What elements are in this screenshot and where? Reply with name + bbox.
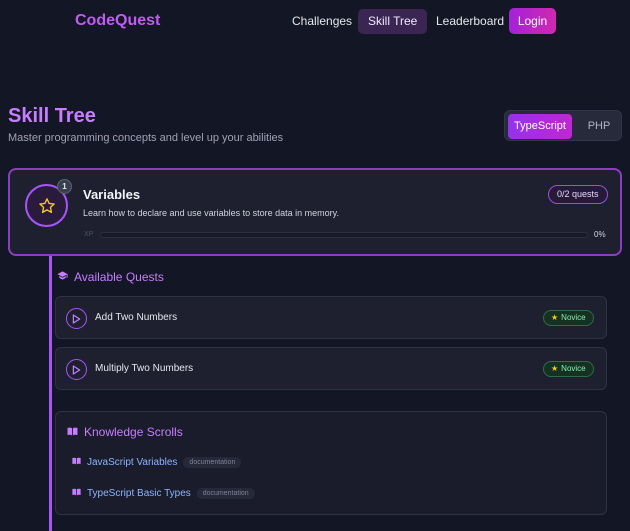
- quest-name: Multiply Two Numbers: [95, 363, 194, 374]
- knowledge-scrolls-title: Knowledge Scrolls: [84, 425, 183, 439]
- login-button[interactable]: Login: [509, 8, 556, 34]
- quest-name: Add Two Numbers: [95, 312, 178, 323]
- star-icon: ★: [551, 364, 559, 373]
- scroll-link[interactable]: JavaScript Variables: [87, 457, 177, 468]
- nav-challenges[interactable]: Challenges: [282, 9, 362, 34]
- play-icon[interactable]: [66, 359, 87, 380]
- book-open-icon: [72, 457, 81, 468]
- quest-item[interactable]: Add Two Numbers ★ Novice: [55, 296, 607, 339]
- navbar: CodeQuest Challenges Skill Tree Leaderbo…: [0, 0, 630, 44]
- difficulty-badge: ★ Novice: [543, 310, 594, 326]
- skill-level-badge: 1: [57, 179, 72, 194]
- difficulty-label: Novice: [561, 313, 586, 322]
- nav-skill-tree[interactable]: Skill Tree: [358, 9, 428, 34]
- skill-name: Variables: [83, 187, 141, 202]
- language-php-button[interactable]: PHP: [581, 114, 617, 139]
- language-typescript-button[interactable]: TypeScript: [508, 114, 572, 139]
- nav-leaderboard[interactable]: Leaderboard: [426, 9, 514, 34]
- scroll-tag: documentation: [183, 457, 242, 468]
- scroll-tag: documentation: [196, 488, 255, 499]
- book-open-icon: [67, 425, 78, 439]
- scroll-item[interactable]: TypeScript Basic Types documentation: [72, 488, 255, 499]
- skill-tree-connector: [49, 256, 52, 531]
- skill-description: Learn how to declare and use variables t…: [83, 208, 339, 218]
- difficulty-badge: ★ Novice: [543, 361, 594, 377]
- star-icon: ★: [551, 313, 559, 322]
- xp-progress-bar: [100, 232, 588, 238]
- xp-percent: 0%: [594, 230, 606, 239]
- app-logo[interactable]: CodeQuest: [75, 12, 160, 30]
- page-title: Skill Tree: [8, 105, 96, 127]
- skill-card[interactable]: 1 Variables Learn how to declare and use…: [8, 168, 622, 256]
- quest-item[interactable]: Multiply Two Numbers ★ Novice: [55, 347, 607, 390]
- play-icon[interactable]: [66, 308, 87, 329]
- language-toggle: TypeScript PHP: [504, 110, 622, 141]
- page-subtitle: Master programming concepts and level up…: [8, 132, 284, 144]
- graduation-cap-icon: [57, 270, 68, 284]
- scroll-item[interactable]: JavaScript Variables documentation: [72, 457, 242, 468]
- difficulty-label: Novice: [561, 364, 586, 373]
- quest-count-badge: 0/2 quests: [548, 185, 608, 204]
- scroll-link[interactable]: TypeScript Basic Types: [87, 488, 191, 499]
- available-quests-title: Available Quests: [74, 270, 164, 284]
- available-quests-header: Available Quests: [57, 270, 164, 284]
- xp-label: XP: [84, 231, 94, 238]
- book-open-icon: [72, 488, 81, 499]
- knowledge-scrolls-header: Knowledge Scrolls: [67, 425, 183, 439]
